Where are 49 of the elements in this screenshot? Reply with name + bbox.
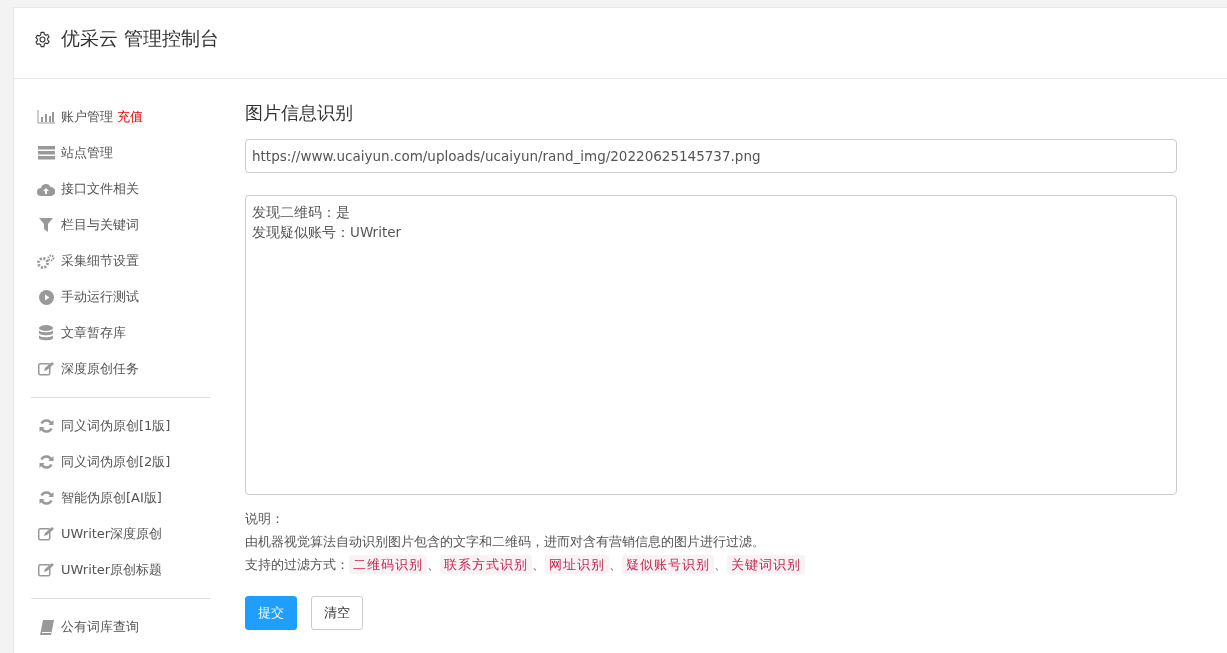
settings-icon <box>34 30 51 48</box>
menu-item[interactable]: 手动运行测试 <box>61 288 139 306</box>
menu-item[interactable]: 接口文件相关 <box>61 180 139 198</box>
filter-tag: 网址识别 <box>545 555 609 574</box>
recharge-link[interactable]: 充值 <box>117 108 143 126</box>
separator-text: 、 <box>609 557 622 572</box>
clear-button[interactable]: 清空 <box>311 596 363 630</box>
filter-tag: 疑似账号识别 <box>622 555 714 574</box>
separator-text: 、 <box>714 557 727 572</box>
notes-heading: 说明： <box>245 510 285 528</box>
menu-item[interactable]: UWriter深度原创 <box>61 525 163 543</box>
url-field[interactable]: https://www.ucaiyun.com/uploads/ucaiyun/rand_img/20220625145737.png <box>245 139 1177 173</box>
database-icon <box>39 325 53 341</box>
result-box[interactable]: 发现二维码：是 发现疑似账号：UWriter <box>245 195 1177 495</box>
filters-label: 支持的过滤方式： <box>245 557 349 572</box>
filter-tag: 二维码识别 <box>349 555 427 574</box>
app-title: 优采云 管理控制台 <box>61 26 220 51</box>
refresh-icon <box>38 491 54 505</box>
page-title: 图片信息识别 <box>245 101 354 125</box>
gears-icon <box>37 253 55 269</box>
filter-icon <box>39 218 53 232</box>
server-icon <box>37 146 55 160</box>
menu-item[interactable]: UWriter原创标题 <box>61 561 163 579</box>
result-line: 发现二维码：是 <box>252 203 351 222</box>
separator-text: 、 <box>532 557 545 572</box>
menu-item[interactable]: 公有词库查询 <box>61 618 139 636</box>
menu-item[interactable]: 栏目与关键词 <box>61 216 139 234</box>
filter-tag: 关键词识别 <box>727 555 805 574</box>
edit-icon <box>38 527 54 541</box>
menu-item[interactable]: 同义词伪原创[2版] <box>61 453 171 471</box>
menu-item[interactable]: 深度原创任务 <box>61 360 139 378</box>
menu-item[interactable]: 采集细节设置 <box>61 252 139 270</box>
filter-tag: 联系方式识别 <box>440 555 532 574</box>
menu-item[interactable]: 智能伪原创[AI版] <box>61 489 162 507</box>
description-text: 由机器视觉算法自动识别图片包含的文字和二维码，进而对含有营销信息的图片进行过滤。 <box>245 533 766 551</box>
book-icon <box>38 619 54 635</box>
menu-item[interactable]: 文章暂存库 <box>61 324 126 342</box>
edit-icon <box>38 563 54 577</box>
menu-item[interactable]: 账户管理 <box>61 108 113 126</box>
menu-item[interactable]: 同义词伪原创[1版] <box>61 417 171 435</box>
cloud-upload-icon <box>37 182 55 196</box>
play-icon <box>38 289 54 305</box>
bar-chart-icon <box>37 110 55 124</box>
edit-icon <box>38 362 54 376</box>
menu-item[interactable]: 站点管理 <box>61 144 113 162</box>
separator-text: 、 <box>427 557 440 572</box>
result-line: 发现疑似账号：UWriter <box>252 223 403 242</box>
refresh-icon <box>38 419 54 433</box>
refresh-icon <box>38 455 54 469</box>
